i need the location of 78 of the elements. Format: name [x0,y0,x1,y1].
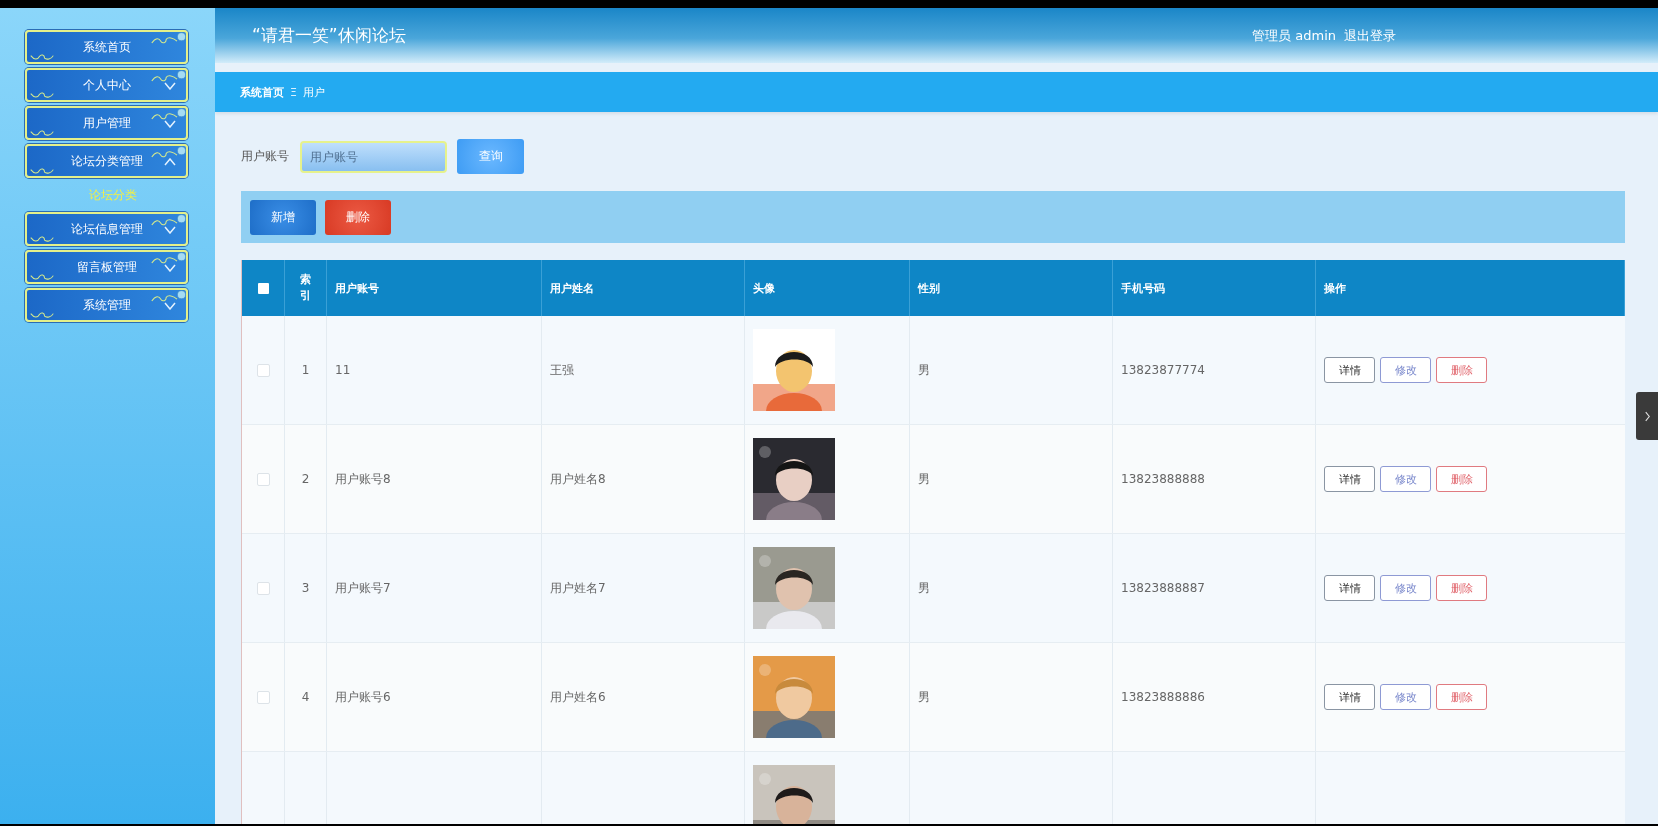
column-header: 操作 [1324,280,1346,296]
column-header: 头像 [753,280,775,296]
table-cell: 11 [335,363,351,377]
breadcrumb-link[interactable]: 用户 [302,84,325,100]
table-cell: 13823888886 [1121,690,1205,704]
add-button[interactable]: 新增 [250,199,316,235]
detail-button[interactable]: 详情 [1324,684,1375,710]
delete-button[interactable]: 删除 [1436,466,1487,492]
swirl-ornament-icon [29,272,55,281]
table-cell: 男 [918,688,930,706]
swirl-ornament-icon [29,52,55,61]
sidebar-menu-item[interactable]: 个人中心 [25,68,188,102]
breadcrumb-link[interactable]: 系统首页 [240,84,284,100]
column-header: 用户姓名 [550,280,594,296]
table-cell: 13823888888 [1121,472,1205,486]
column-header: 手机号码 [1121,280,1165,296]
table-cell: 4 [301,690,310,704]
table-cell: 用户账号7 [335,579,391,597]
site-title: “请君一笑”休闲论坛 [252,24,406,47]
swirl-ornament-icon [150,70,186,83]
delete-button[interactable]: 删除 [1436,575,1487,601]
select-all-checkbox[interactable] [257,282,269,294]
swirl-ornament-icon [29,166,55,175]
table-cell: 3 [301,581,310,595]
row-checkbox[interactable] [256,472,270,486]
detail-button[interactable]: 详情 [1324,575,1375,601]
swirl-ornament-icon [150,252,186,265]
column-header: 索引 [299,271,312,304]
table-cell: 用户姓名8 [550,470,606,488]
chevron-right-icon [1643,410,1651,422]
edit-button[interactable]: 修改 [1380,575,1431,601]
drawer-toggle-button[interactable] [1636,392,1658,440]
user-label: 管理员 admin [1252,26,1336,45]
edit-button[interactable]: 修改 [1380,684,1431,710]
table-cell: 1 [301,363,310,377]
delete-button[interactable]: 删除 [1436,357,1487,383]
table-cell: 男 [918,470,930,488]
search-label: 用户账号 [241,148,289,165]
swirl-ornament-icon [29,310,55,319]
swirl-ornament-icon [29,128,55,137]
sidebar-menu-item[interactable]: 论坛信息管理 [25,212,188,246]
column-header: 用户账号 [335,280,379,296]
delete-button[interactable]: 删除 [1436,684,1487,710]
table-cell: 男 [918,361,930,379]
delete-button[interactable]: 删除 [325,199,391,235]
table-cell: 男 [918,579,930,597]
swirl-ornament-icon [150,146,186,159]
row-checkbox[interactable] [256,690,270,704]
detail-button[interactable]: 详情 [1324,357,1375,383]
swirl-ornament-icon [150,108,186,121]
row-checkbox[interactable] [256,581,270,595]
logout-link[interactable]: 退出登录 [1344,26,1396,45]
detail-button[interactable]: 详情 [1324,466,1375,492]
sidebar-menu-item[interactable]: 留言板管理 [25,250,188,284]
swirl-ornament-icon [150,214,186,227]
table-cell: 13823888887 [1121,581,1205,595]
sidebar-menu-item[interactable]: 论坛分类管理 [25,144,188,178]
search-field[interactable]: 用户账号 [300,140,447,173]
table-cell: 2 [301,472,310,486]
swirl-ornament-icon [29,234,55,243]
sidebar-menu-item[interactable]: 系统管理 [25,288,188,322]
sidebar-menu-item[interactable]: 用户管理 [25,106,188,140]
breadcrumb-separator: Ξ [290,85,297,99]
table-cell: 13823877774 [1121,363,1205,377]
swirl-ornament-icon [150,290,186,303]
table-cell: 王强 [550,361,574,379]
table-cell: 用户姓名6 [550,688,606,706]
search-button[interactable]: 查询 [457,139,524,174]
row-checkbox[interactable] [256,363,270,377]
sidebar-menu-item[interactable]: 系统首页 [25,30,188,64]
edit-button[interactable]: 修改 [1380,466,1431,492]
edit-button[interactable]: 修改 [1380,357,1431,383]
column-header: 性别 [918,280,940,296]
swirl-ornament-icon [29,90,55,99]
table-cell: 用户账号8 [335,470,391,488]
table-cell: 用户姓名7 [550,579,606,597]
swirl-ornament-icon [150,32,186,45]
table-cell: 用户账号6 [335,688,391,706]
